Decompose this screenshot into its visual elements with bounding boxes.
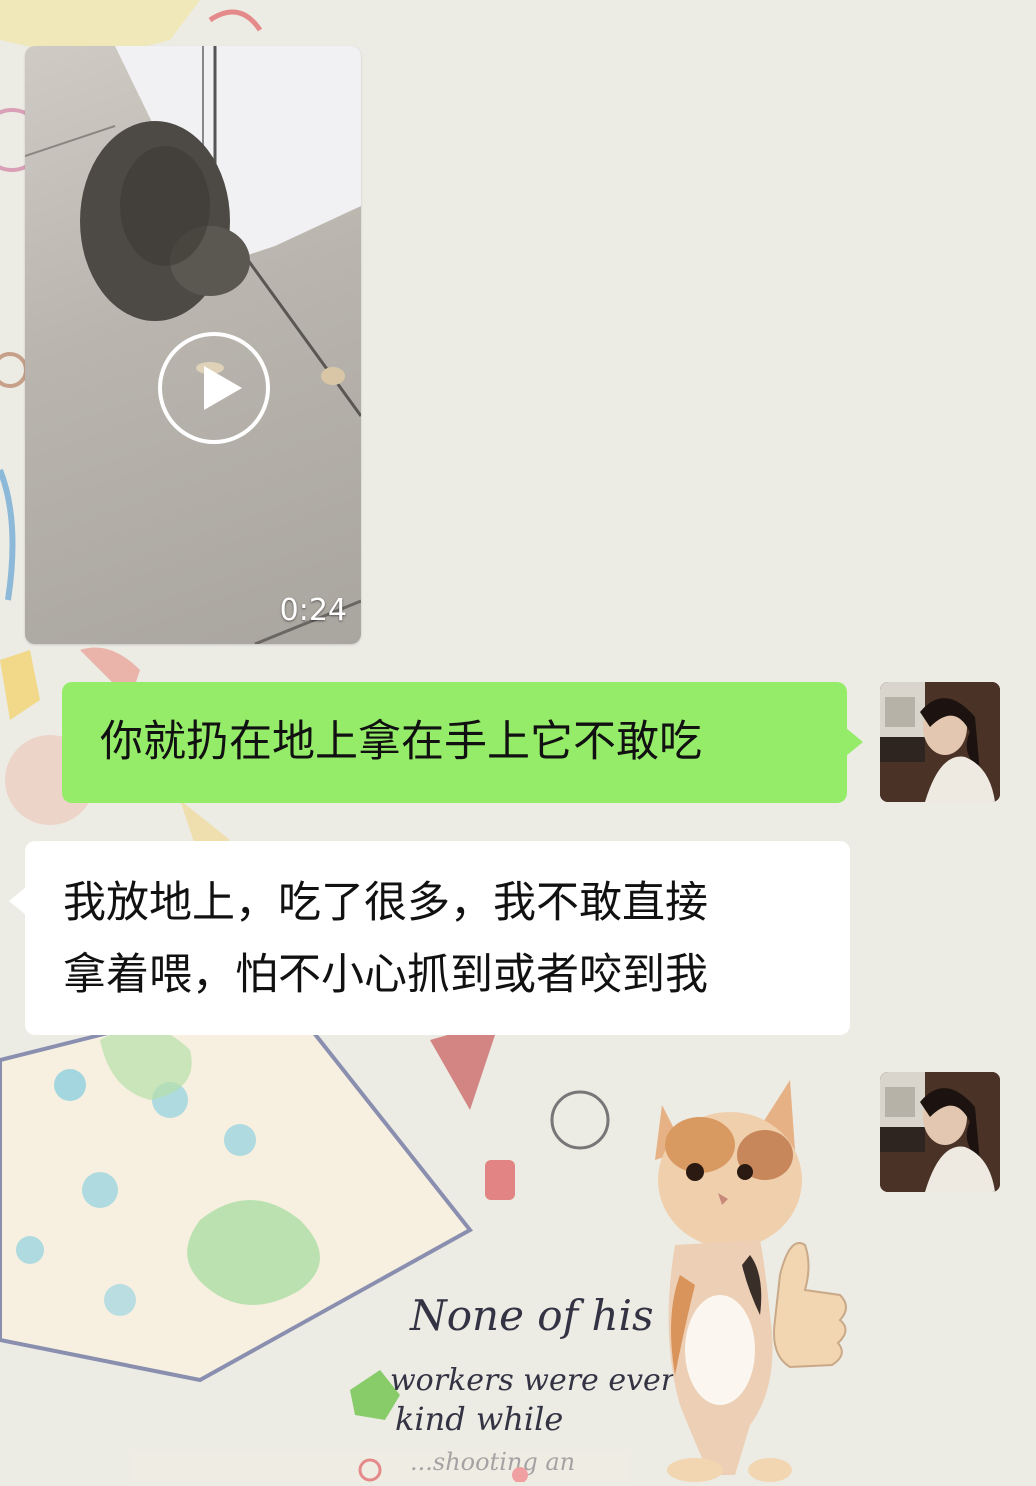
video-duration: 0:24 [279, 593, 347, 628]
svg-text:None of his: None of his [409, 1291, 654, 1340]
user-avatar[interactable] [880, 682, 1000, 802]
incoming-message-line: 我放地上，吃了很多，我不敢直接 [63, 878, 708, 928]
video-message[interactable]: 0:24 [25, 46, 361, 644]
svg-text:workers were ever: workers were ever [390, 1363, 677, 1398]
outgoing-message-text: 你就扔在地上拿在手上它不敢吃 [100, 717, 702, 767]
user-avatar[interactable] [880, 1072, 1000, 1192]
cat-thumbs-up-sticker[interactable] [640, 1075, 860, 1482]
play-icon[interactable] [158, 332, 270, 444]
svg-text:kind while: kind while [395, 1400, 563, 1438]
avatar-photo-icon [880, 1072, 1000, 1192]
incoming-message-line: 拿着喂，怕不小心抓到或者咬到我 [63, 950, 708, 1000]
incoming-message-bubble[interactable]: 我放地上，吃了很多，我不敢直接 拿着喂，怕不小心抓到或者咬到我 [9, 841, 850, 1035]
avatar-photo-icon [880, 682, 1000, 802]
cat-sticker-icon [655, 1080, 847, 1482]
outgoing-message-bubble[interactable]: 你就扔在地上拿在手上它不敢吃 [62, 682, 863, 803]
